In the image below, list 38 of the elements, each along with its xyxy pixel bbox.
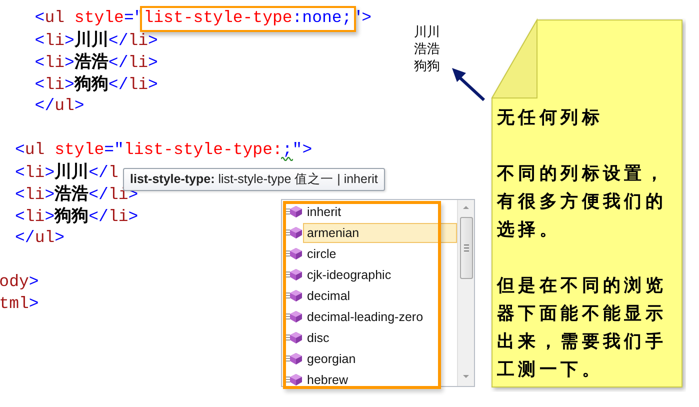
grip-icon: [464, 244, 470, 252]
code-line: <ul style="list-style-type:;">: [15, 139, 312, 161]
completion-item[interactable]: disc: [303, 328, 457, 348]
property-icon: [285, 268, 303, 281]
code-line: <li>狗狗</li>: [15, 205, 138, 227]
property-icon: [285, 352, 303, 365]
note-text: 无任何列标: [497, 107, 604, 130]
preview-text: 狗狗: [414, 58, 440, 75]
completion-item[interactable]: hebrew: [303, 370, 457, 390]
preview-text: 川川: [414, 24, 440, 41]
code-line: </ul>: [34, 95, 84, 117]
scrollbar[interactable]: [457, 200, 474, 386]
property-icon: [285, 289, 303, 302]
completion-item[interactable]: georgian: [303, 348, 457, 368]
hint-tooltip: list-style-type: list-style-type 值之一 | inherit: [123, 168, 385, 191]
completion-item[interactable]: armenian: [303, 222, 457, 242]
code-line: ody>: [0, 271, 39, 293]
property-icon: [285, 226, 303, 239]
completion-item[interactable]: decimal-leading-zero: [303, 306, 457, 326]
property-icon: [285, 247, 303, 260]
property-icon: [285, 331, 303, 344]
code-line: </ul>: [15, 227, 65, 249]
completion-item[interactable]: inherit: [303, 202, 457, 222]
code-line: tml>: [0, 293, 39, 315]
property-icon: [285, 373, 303, 386]
code-line: <li>川川</l: [15, 161, 118, 183]
completion-item[interactable]: cjk-ideographic: [303, 264, 457, 284]
code-line: <li>浩浩</li>: [34, 51, 158, 73]
property-icon: [285, 205, 303, 218]
note-text: 但是在不同的浏览器下面能不能显示出来，需要我们手工测一下。: [497, 275, 668, 382]
preview-text: 浩浩: [414, 41, 440, 58]
arrow-icon: [450, 66, 486, 102]
completion-item[interactable]: decimal: [303, 286, 457, 306]
completion-item[interactable]: circle: [303, 244, 457, 264]
code-line: <li>狗狗</li>: [34, 73, 158, 95]
property-icon: [285, 310, 303, 323]
code-line: <li>川川</li>: [34, 29, 158, 51]
note-text: 不同的列标设置，有很多方便我们的选择。: [497, 163, 668, 242]
